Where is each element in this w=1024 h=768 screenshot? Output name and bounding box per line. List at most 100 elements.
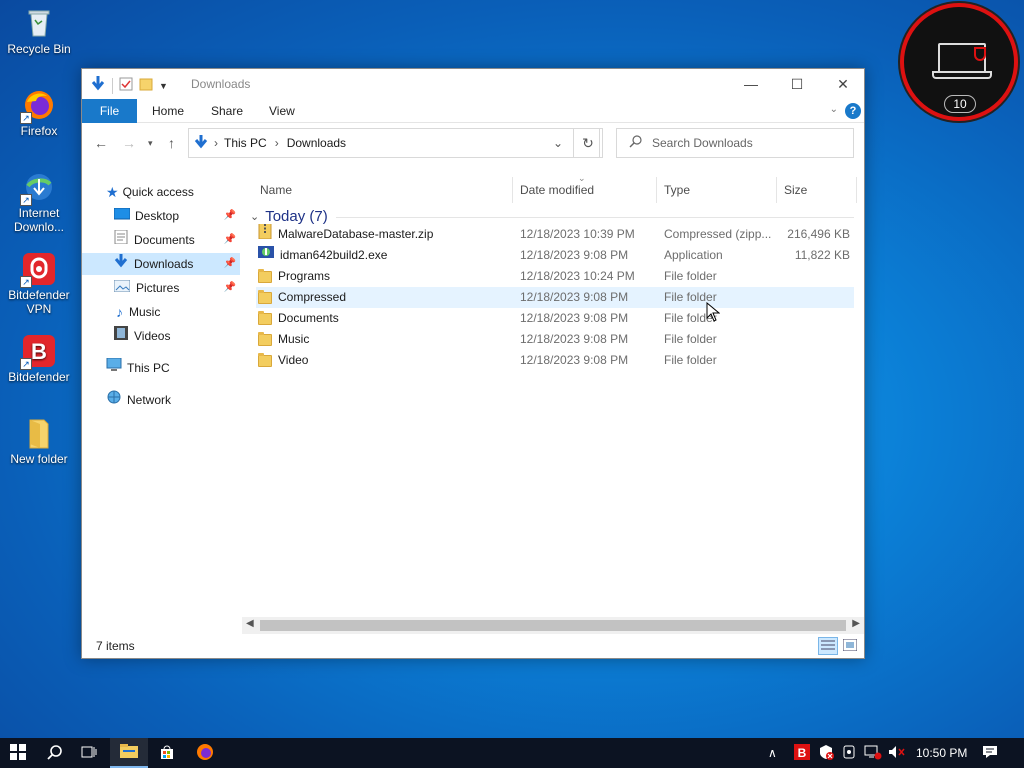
help-button[interactable]: ?: [845, 103, 861, 119]
idm-icon: ↗: [20, 170, 56, 206]
file-date: 12/18/2023 9:08 PM: [520, 248, 629, 262]
desktop-icon-new-folder[interactable]: New folder: [4, 416, 74, 466]
pin-icon: 📌: [223, 234, 236, 245]
file-row[interactable]: Compressed 12/18/2023 9:08 PM File folde…: [256, 287, 854, 308]
downloads-location-icon: [194, 134, 208, 153]
column-divider[interactable]: [856, 177, 857, 203]
tray-bitdefender[interactable]: B: [794, 738, 810, 768]
file-name: Music: [278, 332, 310, 346]
tab-share[interactable]: Share: [211, 99, 243, 123]
tray-security[interactable]: [818, 738, 834, 768]
desktop-icon-firefox[interactable]: ↗ Firefox: [4, 88, 74, 138]
nav-music[interactable]: ♪ Music: [82, 301, 240, 323]
details-view-button[interactable]: [818, 637, 838, 655]
recycle-bin-icon: [22, 6, 56, 40]
refresh-button[interactable]: ↻: [573, 128, 603, 158]
mouse-cursor-icon: [706, 301, 721, 325]
address-dropdown-icon[interactable]: ⌄: [553, 136, 563, 150]
tray-volume[interactable]: [888, 738, 906, 768]
tab-view[interactable]: View: [269, 99, 295, 123]
back-arrow-icon[interactable]: ←: [94, 135, 108, 151]
column-header-name[interactable]: Name: [252, 177, 512, 203]
file-row[interactable]: Music 12/18/2023 9:08 PM File folder: [256, 329, 854, 350]
task-view-button[interactable]: [70, 738, 108, 768]
large-icons-view-button[interactable]: [840, 637, 860, 655]
desktop-icon-bitdefender-vpn[interactable]: ↗ Bitdefender VPN: [4, 252, 74, 316]
title-bar[interactable]: ▼ Downloads — ☐ ✕: [82, 69, 864, 99]
details-view-icon: [821, 639, 835, 653]
properties-icon[interactable]: [119, 77, 133, 94]
file-row[interactable]: idman642build2.exe 12/18/2023 9:08 PM Ap…: [256, 245, 854, 266]
folder-icon: [258, 331, 272, 346]
tab-file[interactable]: File: [82, 99, 137, 123]
expand-ribbon-icon[interactable]: ⌄: [830, 104, 838, 115]
file-list: Name Date modified ⌄ Type Size ⌄ Today (…: [242, 173, 864, 634]
file-row[interactable]: Video 12/18/2023 9:08 PM File folder: [256, 350, 854, 371]
file-row[interactable]: Documents 12/18/2023 9:08 PM File folder: [256, 308, 854, 329]
scroll-right-icon[interactable]: ▶: [852, 618, 860, 629]
up-arrow-icon[interactable]: ↑: [168, 135, 175, 151]
desktop-icon-bitdefender[interactable]: B ↗ Bitdefender: [4, 334, 74, 384]
breadcrumb-downloads[interactable]: Downloads: [287, 136, 346, 150]
clock[interactable]: 10:50 PM: [916, 738, 967, 768]
bitdefender-vpn-icon: ↗: [20, 252, 56, 288]
desktop-icon-label: Bitdefender: [8, 370, 70, 384]
scrollbar-thumb[interactable]: [260, 620, 846, 631]
taskbar-file-explorer[interactable]: [110, 738, 148, 768]
group-header-today[interactable]: ⌄ Today (7): [250, 208, 328, 225]
address-bar[interactable]: › This PC › Downloads ⌄: [188, 128, 600, 158]
nav-this-pc[interactable]: This PC: [82, 357, 240, 379]
minimize-icon: —: [744, 76, 758, 92]
file-row[interactable]: Programs 12/18/2023 10:24 PM File folder: [256, 266, 854, 287]
collapse-chevron-icon: ⌄: [250, 211, 260, 223]
nav-documents[interactable]: Documents 📌: [82, 229, 240, 251]
start-button[interactable]: [0, 738, 36, 768]
nav-downloads[interactable]: Downloads 📌: [82, 253, 240, 275]
nav-pictures[interactable]: Pictures 📌: [82, 277, 240, 299]
recent-locations-chevron-icon[interactable]: ▾: [148, 138, 153, 149]
tray-network[interactable]: [864, 738, 882, 768]
shield-warning-icon: [818, 744, 834, 763]
minimize-button[interactable]: —: [728, 69, 774, 99]
search-icon: [47, 744, 63, 763]
nav-label: Quick access: [122, 185, 194, 199]
nav-network[interactable]: Network: [82, 389, 240, 411]
device-icon: [842, 744, 856, 763]
forward-arrow-icon[interactable]: →: [122, 135, 136, 151]
desktop-icon-recycle-bin[interactable]: Recycle Bin: [4, 6, 74, 56]
documents-icon: [114, 229, 128, 251]
search-box[interactable]: Search Downloads: [616, 128, 854, 158]
new-folder-icon[interactable]: [139, 77, 153, 94]
customize-toolbar-dropdown-icon[interactable]: ▼: [159, 81, 168, 91]
tab-home[interactable]: Home: [152, 99, 184, 123]
nav-quick-access[interactable]: ★ Quick access: [82, 181, 242, 203]
task-view-icon: [81, 745, 97, 762]
search-button[interactable]: [36, 738, 74, 768]
column-header-size[interactable]: Size: [776, 177, 856, 203]
show-hidden-icons-button[interactable]: ∧: [768, 738, 777, 768]
file-size: 11,822 KB: [794, 248, 850, 262]
breadcrumb-this-pc[interactable]: This PC: [224, 136, 267, 150]
taskbar-firefox[interactable]: [186, 738, 224, 768]
nav-videos[interactable]: Videos: [82, 325, 240, 347]
column-header-type[interactable]: Type: [656, 177, 776, 203]
nav-desktop[interactable]: Desktop 📌: [82, 205, 240, 227]
taskbar-microsoft-store[interactable]: [148, 738, 186, 768]
scroll-left-icon[interactable]: ◀: [246, 618, 254, 629]
desktop-icon-internet-download-manager[interactable]: ↗ Internet Downlo...: [4, 170, 74, 234]
bitdefender-widget[interactable]: 10: [900, 3, 1018, 121]
file-size: [776, 308, 850, 329]
file-row[interactable]: MalwareDatabase-master.zip 12/18/2023 10…: [256, 224, 854, 245]
svg-text:B: B: [31, 339, 47, 364]
notification-icon: [982, 744, 998, 763]
tray-device[interactable]: [842, 738, 856, 768]
window-title: Downloads: [191, 77, 251, 91]
status-bar: 7 items: [82, 634, 864, 658]
maximize-button[interactable]: ☐: [774, 69, 820, 99]
horizontal-scrollbar[interactable]: ◀ ▶: [242, 617, 864, 634]
close-button[interactable]: ✕: [820, 69, 866, 99]
folder-icon: [258, 268, 272, 283]
action-center-button[interactable]: [982, 738, 998, 768]
refresh-icon: ↻: [582, 134, 594, 151]
svg-text:B: B: [798, 746, 807, 760]
